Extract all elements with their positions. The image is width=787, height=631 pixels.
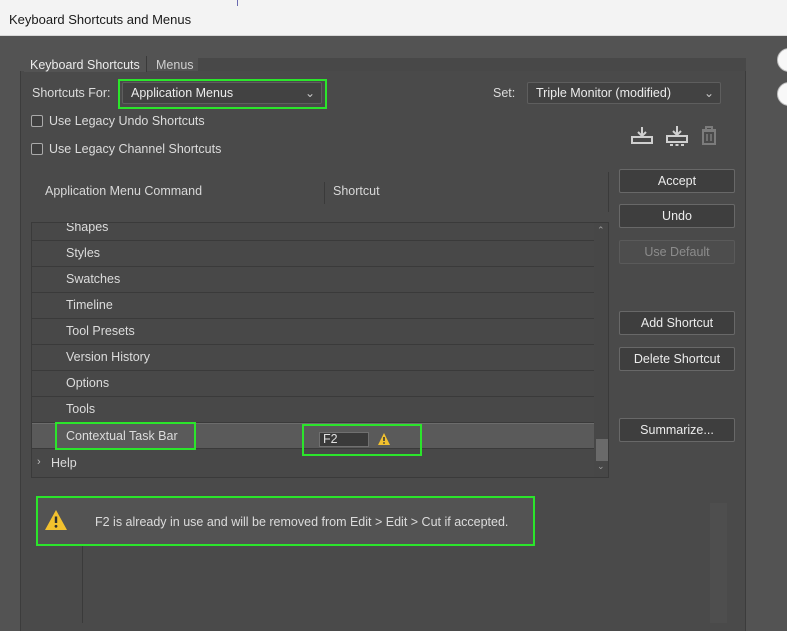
window-title: Keyboard Shortcuts and Menus [9,12,192,27]
selected-command-highlight [55,422,196,450]
title-bar-accent [237,0,238,6]
tab-strip [198,58,746,71]
table-row[interactable]: Swatches [32,267,594,293]
table-row[interactable]: Styles [32,241,594,267]
summarize-button[interactable]: Summarize... [619,418,735,442]
table-row[interactable]: Options [32,371,594,397]
shortcut-highlight [302,424,422,456]
row-label: Styles [66,246,101,260]
message-highlight [36,496,535,546]
table-row[interactable]: Shapes [32,222,594,241]
add-shortcut-button[interactable]: Add Shortcut [619,311,735,335]
shortcuts-for-label: Shortcuts For: [32,86,111,100]
legacy-undo-checkbox[interactable] [31,115,43,127]
use-default-button[interactable]: Use Default [619,240,735,264]
table-row[interactable]: Tools [32,397,594,423]
table-row[interactable]: Version History [32,345,594,371]
new-set-icon[interactable] [665,124,689,148]
row-label: Help [51,456,77,470]
undo-button[interactable]: Undo [619,204,735,228]
chevron-down-icon[interactable]: ⌄ [597,461,605,472]
chevron-up-icon[interactable]: ⌃ [597,225,605,236]
legacy-channel-checkbox[interactable] [31,143,43,155]
trash-icon[interactable] [698,124,722,148]
row-label: Tool Presets [66,324,135,338]
row-label: Swatches [66,272,121,286]
row-label: Version History [66,350,151,364]
set-select[interactable]: Triple Monitor (modified) ⌄ [527,82,721,104]
accept-button[interactable]: Accept [619,169,735,193]
table-row[interactable]: Tool Presets [32,319,594,345]
set-value: Triple Monitor (modified) [536,86,671,100]
table-row[interactable]: Timeline [32,293,594,319]
scroll-thumb[interactable] [596,439,608,461]
delete-shortcut-button[interactable]: Delete Shortcut [619,347,735,371]
header-divider [608,172,609,212]
chevron-right-icon[interactable]: › [37,456,41,468]
shortcuts-for-highlight [118,79,327,109]
row-label: Shapes [66,222,109,234]
row-label: Options [66,376,110,390]
save-set-icon[interactable] [630,124,654,148]
legacy-channel-label: Use Legacy Channel Shortcuts [49,142,222,156]
tab-divider [146,56,147,72]
message-scrollbar[interactable] [710,503,727,623]
table-scrollbar[interactable]: ⌃ ⌄ [594,223,608,477]
table-header: Application Menu Command Shortcut [32,172,609,212]
column-divider [324,182,325,204]
legacy-undo-label: Use Legacy Undo Shortcuts [49,114,205,128]
row-label: Timeline [66,298,113,312]
row-label: Tools [66,402,96,416]
right-edge [746,37,787,631]
column-header-shortcut[interactable]: Shortcut [333,184,380,198]
chevron-down-icon: ⌄ [703,86,714,100]
tab-keyboard-shortcuts[interactable]: Keyboard Shortcuts [24,56,146,72]
tab-menus[interactable]: Menus [150,56,200,72]
title-bar: Keyboard Shortcuts and Menus [0,0,787,36]
set-label: Set: [493,86,516,100]
circle-button-2[interactable] [777,82,787,106]
circle-button-1[interactable] [777,48,787,72]
column-header-command[interactable]: Application Menu Command [45,184,202,198]
